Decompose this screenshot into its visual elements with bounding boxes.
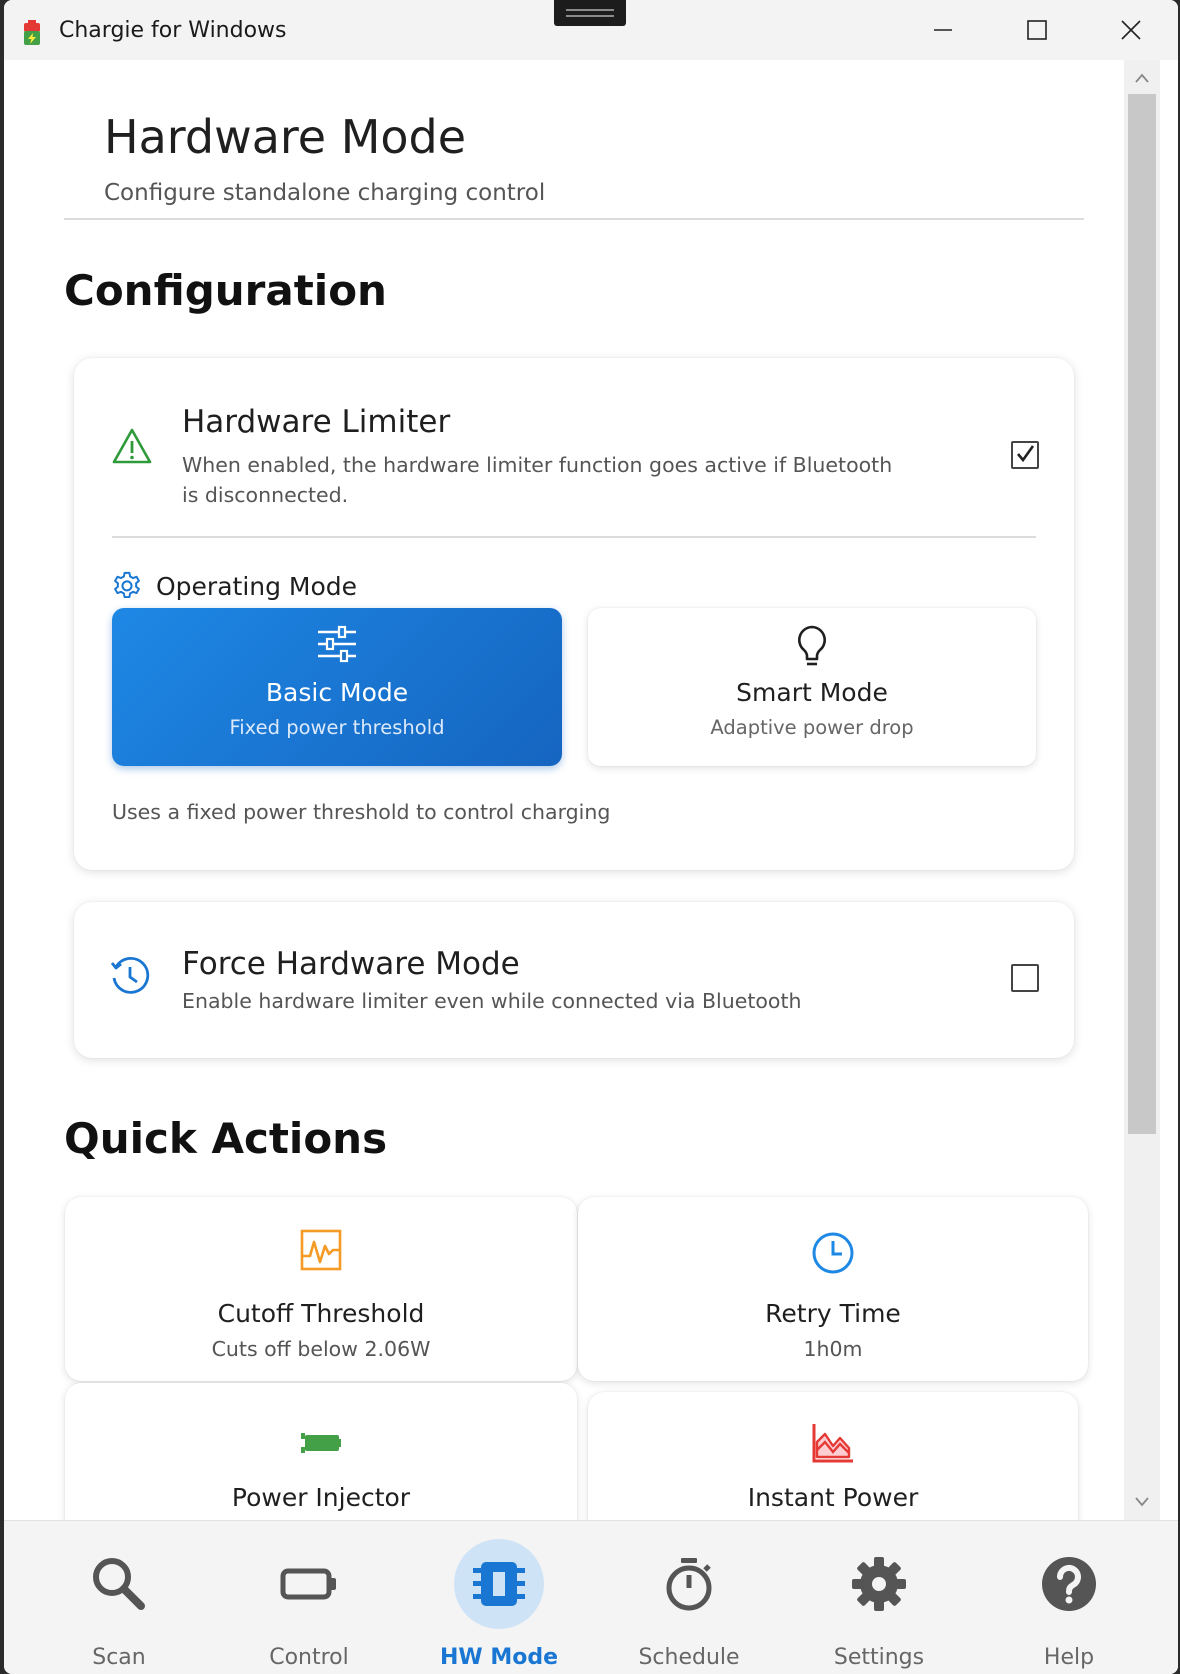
sliders-icon	[318, 625, 356, 663]
header-divider	[64, 218, 1084, 220]
smart-mode-title: Smart Mode	[736, 678, 888, 707]
nav-label-help: Help	[1043, 1645, 1095, 1670]
nav-label-settings: Settings	[833, 1645, 925, 1670]
card-divider	[112, 536, 1036, 538]
configuration-heading: Configuration	[64, 266, 387, 315]
window-title: Chargie for Windows	[59, 18, 287, 43]
cutoff-threshold-title: Cutoff Threshold	[217, 1299, 425, 1328]
nav-item-control[interactable]: Control	[214, 1521, 404, 1674]
force-hardware-mode-card: Force Hardware Mode Enable hardware limi…	[74, 902, 1074, 1058]
stopwatch-icon	[666, 1558, 712, 1611]
battery-icon	[280, 1568, 336, 1600]
basic-mode-button[interactable]: Basic Mode Fixed power threshold	[112, 608, 562, 766]
nav-icon-wrap	[264, 1539, 354, 1629]
operating-mode-gear-icon	[114, 571, 140, 599]
nav-item-settings[interactable]: Settings	[784, 1521, 974, 1674]
maximize-icon	[1027, 20, 1047, 40]
scroll-up-icon[interactable]	[1134, 72, 1150, 84]
retry-time-subtitle: 1h0m	[803, 1337, 863, 1361]
battery-charging-icon	[301, 1433, 341, 1453]
basic-mode-title: Basic Mode	[265, 678, 409, 707]
nav-label-scan: Scan	[92, 1645, 146, 1670]
maximize-button[interactable]	[990, 0, 1084, 60]
nav-icon-wrap	[454, 1539, 544, 1629]
gear-icon	[852, 1557, 906, 1611]
quick-actions-heading: Quick Actions	[64, 1114, 388, 1163]
app-window: Chargie for Windows Hardware Mode Config…	[4, 0, 1178, 1674]
scrollbar-thumb[interactable]	[1128, 94, 1156, 1134]
nav-item-help[interactable]: Help	[974, 1521, 1164, 1674]
hardware-limiter-card: Hardware Limiter When enabled, the hardw…	[74, 358, 1074, 870]
operating-mode-description: Uses a fixed power threshold to control …	[112, 800, 611, 824]
nav-icon-wrap	[644, 1539, 734, 1629]
page-content: Hardware Mode Configure standalone charg…	[4, 60, 1124, 1520]
scroll-down-icon[interactable]	[1134, 1496, 1150, 1508]
clock-icon	[812, 1232, 854, 1274]
close-button[interactable]	[1084, 0, 1178, 60]
operating-mode-label: Operating Mode	[156, 572, 358, 601]
area-chart-icon	[812, 1424, 853, 1463]
app-logo-icon	[24, 20, 40, 45]
warning-icon	[112, 428, 152, 464]
minimize-icon	[934, 29, 952, 31]
chip-icon	[473, 1562, 525, 1606]
pulse-chart-icon	[300, 1229, 342, 1271]
hardware-limiter-checkbox[interactable]	[1011, 441, 1039, 469]
power-injector-title: Power Injector	[231, 1483, 411, 1512]
title-bar[interactable]: Chargie for Windows	[4, 0, 1178, 60]
retry-time-title: Retry Time	[765, 1299, 901, 1328]
instant-power-title: Instant Power	[747, 1483, 919, 1512]
close-icon	[1121, 20, 1141, 40]
search-icon	[93, 1558, 145, 1610]
bottom-navigation: Scan Control HW Mode Schedule Settings H…	[4, 1520, 1178, 1674]
checkmark-icon	[1017, 445, 1035, 463]
lightbulb-icon	[798, 625, 826, 666]
nav-icon-wrap	[74, 1539, 164, 1629]
snap-layout-grip[interactable]	[554, 0, 626, 26]
smart-mode-subtitle: Adaptive power drop	[710, 716, 914, 739]
help-icon	[1042, 1557, 1096, 1611]
cutoff-threshold-subtitle: Cuts off below 2.06W	[211, 1337, 431, 1361]
nav-icon-wrap	[834, 1539, 924, 1629]
history-clock-icon	[110, 956, 150, 994]
basic-mode-subtitle: Fixed power threshold	[229, 716, 445, 739]
force-hardware-mode-title: Force Hardware Mode	[182, 946, 520, 982]
hardware-limiter-description: When enabled, the hardware limiter funct…	[182, 453, 893, 507]
nav-label-hw-mode: HW Mode	[439, 1645, 558, 1670]
smart-mode-button[interactable]: Smart Mode Adaptive power drop	[588, 608, 1036, 766]
page-title: Hardware Mode	[104, 110, 467, 164]
cutoff-threshold-card[interactable]: Cutoff Threshold Cuts off below 2.06W	[65, 1197, 577, 1381]
nav-item-scan[interactable]: Scan	[24, 1521, 214, 1674]
nav-item-hw-mode[interactable]: HW Mode	[404, 1521, 594, 1674]
minimize-button[interactable]	[896, 0, 990, 60]
hardware-limiter-title: Hardware Limiter	[182, 404, 451, 440]
page-subtitle: Configure standalone charging control	[104, 180, 546, 206]
retry-time-card[interactable]: Retry Time 1h0m	[578, 1197, 1088, 1381]
force-hardware-mode-description: Enable hardware limiter even while conne…	[182, 989, 802, 1013]
force-hardware-mode-checkbox[interactable]	[1011, 964, 1039, 992]
power-injector-card[interactable]: Power Injector	[65, 1383, 577, 1520]
vertical-scrollbar[interactable]	[1124, 60, 1160, 1520]
nav-label-control: Control	[269, 1645, 349, 1670]
instant-power-card[interactable]: Instant Power	[588, 1392, 1078, 1520]
nav-item-schedule[interactable]: Schedule	[594, 1521, 784, 1674]
nav-label-schedule: Schedule	[638, 1645, 740, 1670]
nav-icon-wrap	[1024, 1539, 1114, 1629]
